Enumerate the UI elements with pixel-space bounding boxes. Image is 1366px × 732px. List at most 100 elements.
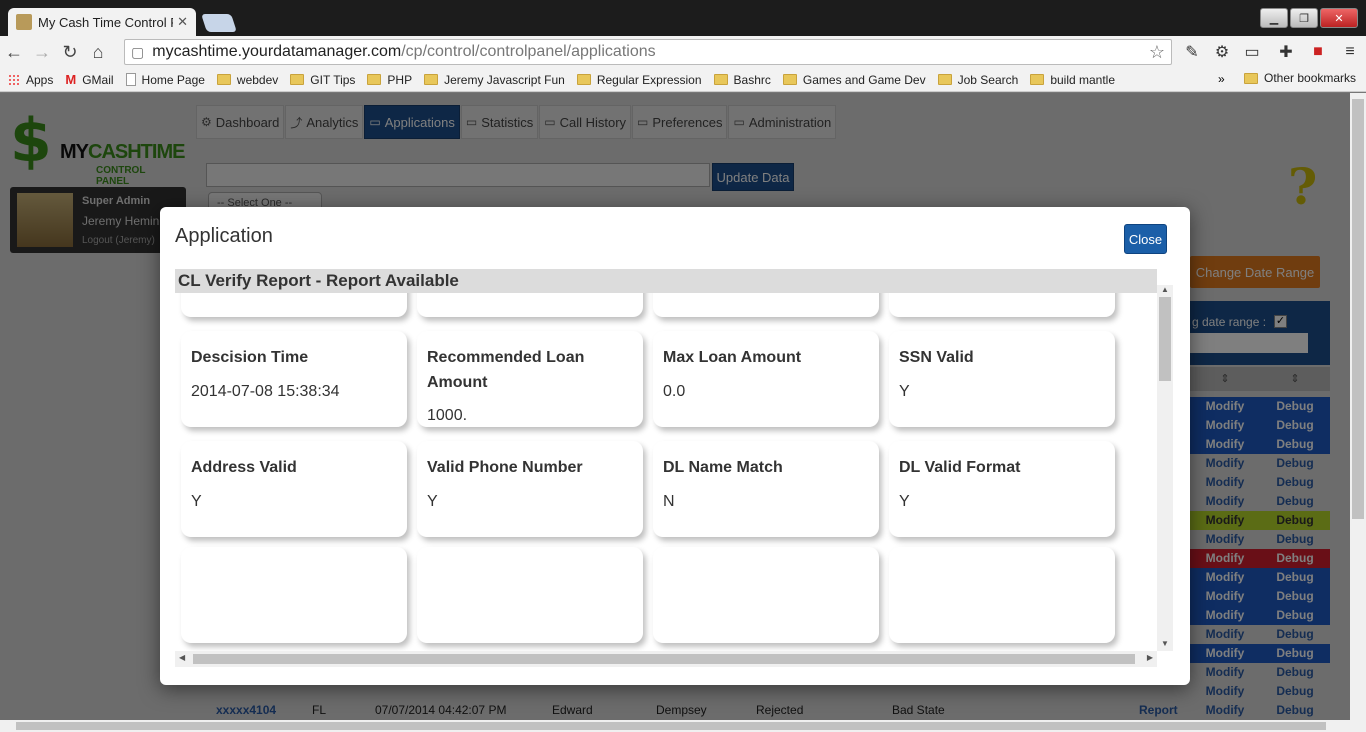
field-card: [889, 547, 1115, 643]
bookmark-folder[interactable]: webdev: [216, 73, 278, 87]
field-card: DL Name Match N: [653, 441, 879, 537]
field-card: Application #77790542076C: [181, 293, 407, 317]
scrollbar-thumb[interactable]: [1352, 99, 1364, 519]
field-label: Address Valid: [191, 459, 297, 476]
bookmark-folder[interactable]: Games and Game Dev: [782, 73, 926, 87]
folder-icon: [937, 74, 952, 85]
folder-icon: [216, 74, 231, 85]
field-card: [417, 547, 643, 643]
favicon-icon: [16, 14, 32, 30]
new-tab-button[interactable]: [201, 14, 237, 32]
bookmark-folder[interactable]: Regular Expression: [576, 73, 702, 87]
bookmarks-overflow-button[interactable]: »: [1218, 72, 1225, 86]
bookmark-folder[interactable]: GIT Tips: [290, 73, 355, 87]
extension-tools-icon[interactable]: ✚: [1274, 40, 1298, 64]
field-value: Y: [427, 493, 438, 510]
field-card: Max Loan Amount 0.0: [653, 331, 879, 427]
minimize-button[interactable]: ▁: [1260, 8, 1288, 28]
bookmark-folder[interactable]: Jeremy Javascript Fun: [424, 73, 565, 87]
field-label: DL Valid Format: [899, 459, 1021, 476]
address-bar[interactable]: ▢ mycashtime.yourdatamanager.com/cp/cont…: [124, 39, 1172, 65]
browser-toolbar: ← → ↻ ⌂ ▢ mycashtime.yourdatamanager.com…: [0, 36, 1366, 68]
bookmark-star-icon[interactable]: ☆: [1149, 42, 1165, 63]
field-value: N: [663, 493, 675, 510]
modal-horizontal-scrollbar[interactable]: ◀ ▶: [175, 651, 1157, 667]
scrollbar-thumb[interactable]: [193, 654, 1135, 664]
bookmarks-bar: Apps M GMail Home Page webdev GIT Tips PH…: [0, 68, 1366, 92]
application-modal: Application Close CL Verify Report - Rep…: [160, 207, 1190, 685]
field-label: DL Name Match: [663, 459, 783, 476]
scroll-down-icon[interactable]: ▼: [1157, 639, 1173, 651]
scroll-right-icon[interactable]: ▶: [1147, 653, 1153, 662]
home-icon[interactable]: ⌂: [84, 38, 112, 66]
extension-red-icon[interactable]: ■: [1306, 40, 1330, 64]
folder-icon: [424, 74, 439, 85]
folder-icon: [367, 74, 382, 85]
gmail-icon: M: [65, 72, 77, 87]
field-value: 0.0: [663, 383, 686, 400]
field-card: DL Valid Format Y: [889, 441, 1115, 537]
scrollbar-thumb[interactable]: [16, 722, 1326, 730]
close-button[interactable]: Close: [1124, 224, 1167, 254]
bookmark-apps[interactable]: Apps: [8, 73, 53, 87]
scroll-left-icon[interactable]: ◀: [179, 653, 185, 662]
field-card: NameBobbie Skillern: [417, 293, 643, 317]
section-title: CL Verify Report - Report Available: [175, 269, 1157, 293]
field-value: Y: [899, 383, 910, 400]
field-label: Recommended Loan Amount: [427, 349, 585, 391]
field-card: [181, 547, 407, 643]
field-card: Descision Time 2014-07-08 15:38:34: [181, 331, 407, 427]
back-icon[interactable]: ←: [0, 38, 28, 66]
modal-title: Application: [175, 225, 273, 247]
tab-close-icon[interactable]: ✕: [177, 14, 188, 30]
field-card: Valid Phone Number Y: [417, 441, 643, 537]
bookmark-folder[interactable]: PHP: [367, 73, 412, 87]
window-close-button[interactable]: ✕: [1320, 8, 1358, 28]
browser-tab[interactable]: My Cash Time Control Pa ✕: [8, 8, 196, 36]
modal-vertical-scrollbar[interactable]: ▲ ▼: [1157, 285, 1173, 651]
field-value: 2014-07-08 15:38:34: [191, 383, 340, 400]
scroll-up-icon[interactable]: ▲: [1157, 285, 1173, 297]
field-card: [653, 547, 879, 643]
field-label: Valid Phone Number: [427, 459, 583, 476]
field-label: Descision Time: [191, 349, 309, 366]
url-path: /cp/control/controlpanel/applications: [401, 43, 656, 60]
other-bookmarks[interactable]: Other bookmarks: [1244, 71, 1356, 85]
bookmark-home-page[interactable]: Home Page: [125, 73, 205, 87]
bookmark-gmail[interactable]: M GMail: [65, 72, 113, 87]
bookmark-folder[interactable]: Job Search: [937, 73, 1018, 87]
field-card: StatusDenied: [889, 293, 1115, 317]
field-card: Recommended Loan Amount 1000.: [417, 331, 643, 427]
cast-icon[interactable]: ▭: [1240, 40, 1264, 64]
folder-icon: [713, 74, 728, 85]
bookmark-folder[interactable]: build mantle: [1030, 73, 1115, 87]
page-icon: [125, 73, 136, 86]
field-card: SSN Valid Y: [889, 331, 1115, 427]
url-host: mycashtime.yourdatamanager.com: [152, 43, 402, 60]
page-horizontal-scrollbar[interactable]: [0, 720, 1366, 732]
field-value: Y: [899, 493, 910, 510]
field-card: Transaction ID1404848310: [653, 293, 879, 317]
report-fields: Application #77790542076C NameBobbie Skil…: [175, 293, 1160, 651]
folder-icon: [782, 74, 797, 85]
settings-gear-icon[interactable]: ⚙: [1210, 40, 1234, 64]
apps-icon: [8, 73, 20, 86]
browser-tab-strip: My Cash Time Control Pa ✕ ▁ ❐ ✕: [0, 0, 1366, 36]
extension-icon[interactable]: ✎: [1180, 40, 1204, 64]
folder-icon: [576, 74, 591, 85]
forward-icon[interactable]: →: [28, 38, 56, 66]
menu-icon[interactable]: ≡: [1338, 40, 1362, 64]
page-icon: ▢: [131, 43, 145, 60]
field-value: Y: [191, 493, 202, 510]
page-vertical-scrollbar[interactable]: [1350, 93, 1366, 720]
reload-icon[interactable]: ↻: [56, 38, 84, 66]
field-card: Address Valid Y: [181, 441, 407, 537]
folder-icon: [1244, 72, 1258, 84]
bookmark-folder[interactable]: Bashrc: [713, 73, 771, 87]
field-label: SSN Valid: [899, 349, 974, 366]
folder-icon: [290, 74, 305, 85]
maximize-button[interactable]: ❐: [1290, 8, 1318, 28]
field-value: 1000.: [427, 407, 468, 424]
tab-title: My Cash Time Control Pa: [38, 14, 174, 30]
scrollbar-thumb[interactable]: [1159, 297, 1171, 381]
